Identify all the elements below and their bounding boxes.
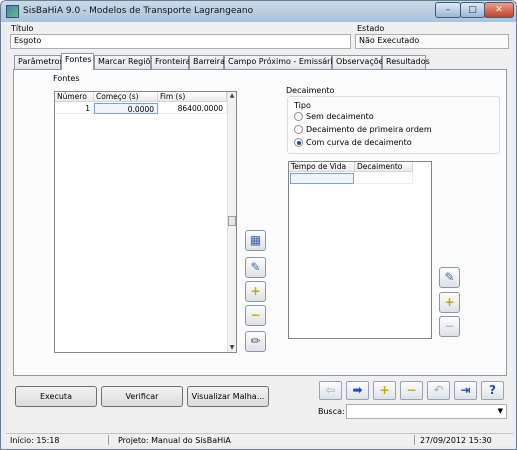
back-button[interactable]: ⇦ [319,381,342,400]
tipo-label: Tipo [294,101,311,110]
pencil-button[interactable]: ✏ [245,331,266,352]
status-separator [108,435,109,445]
back-arrow-icon: ⇦ [325,383,336,397]
tab-parametros[interactable]: Parâmetros [14,55,64,69]
status-bar: Início: 15:18 Projeto: Manual do SisBaHi… [6,433,513,446]
main-window: SisBaHiA 9.0 - Modelos de Transporte Lag… [0,0,517,450]
edit-table-icon: ✎ [444,270,455,284]
tab-barreira[interactable]: Barreira [189,55,225,69]
plus-icon: + [379,383,390,397]
tab-campo-proximo[interactable]: Campo Próximo - Emissários [224,55,342,69]
radio-com-curva[interactable] [294,138,303,147]
pencil-icon: ✏ [250,334,261,348]
cell-fim[interactable]: 86400.0000 [158,103,227,114]
option-com-curva[interactable]: Com curva de decaimento [306,138,412,147]
minus-icon: − [406,383,417,397]
column-header-comeco[interactable]: Começo (s) [94,92,158,102]
fontes-grid[interactable]: Número Começo (s) Fim (s) 1 0.0000 86400… [54,91,237,353]
add-row-button[interactable]: + [245,281,266,302]
undo-icon: ↶ [433,383,444,397]
column-header-tempo-de-vida[interactable]: Tempo de Vida [289,162,355,172]
decaimento-group-label: Decaimento [286,86,335,95]
scroll-up-icon[interactable]: ▲ [228,92,236,100]
add-source-button[interactable]: ▦ [245,230,266,251]
tab-fontes[interactable]: Fontes [61,53,94,70]
option-sem-decaimento[interactable]: Sem decaimento [306,112,374,121]
option-primeira-ordem[interactable]: Decaimento de primeira ordem [306,125,432,134]
vertical-scrollbar[interactable]: ▲ ▼ [227,92,236,352]
add-decay-row-button[interactable]: + [439,292,460,313]
help-icon: ? [489,383,496,397]
fontes-group-label: Fontes [53,74,80,83]
plus-icon: + [444,295,455,309]
window-title: SisBaHiA 9.0 - Modelos de Transporte Lag… [23,6,254,16]
cell-tempo-de-vida[interactable] [290,173,354,184]
edit-decay-table-button[interactable]: ✎ [439,267,460,288]
status-project: Projeto: Manual do SisBaHiA [118,436,231,445]
undo-button[interactable]: ↶ [427,381,450,400]
tab-marcar-regioes[interactable]: Marcar Regiões [94,55,159,69]
add-source-icon: ▦ [249,233,262,247]
maximize-button[interactable]: □ [460,2,485,18]
visualizar-malha-button[interactable]: Visualizar Malha... [187,386,269,407]
forward-button[interactable]: ➡ [346,381,369,400]
tipo-group: Tipo Sem decaimento Decaimento de primei… [287,96,500,154]
tab-resultados[interactable]: Resultados [382,55,430,69]
search-label: Busca: [318,407,345,416]
status-separator [414,435,415,445]
remove-decay-row-button[interactable]: − [439,316,460,337]
help-button[interactable]: ? [481,381,504,400]
minus-icon: − [444,319,455,333]
radio-primeira-ordem[interactable] [294,125,303,134]
tab-observacoes[interactable]: Observações [332,55,388,69]
executa-button[interactable]: Executa [15,386,97,407]
app-icon [6,5,19,18]
state-field: Não Executado [355,34,509,49]
column-header-fim[interactable]: Fim (s) [158,92,227,102]
title-label: Título [11,24,34,33]
verificar-button[interactable]: Verificar [101,386,183,407]
forward-arrow-icon: ➡ [352,383,363,397]
plus-icon: + [250,284,261,298]
column-header-numero[interactable]: Número [55,92,94,102]
search-combobox[interactable]: ▼ [346,404,507,419]
client-area: Título Esgoto Estado Não Executado Parâm… [6,22,513,446]
cell-comeco[interactable]: 0.0000 [94,103,158,114]
toolbar-add-button[interactable]: + [373,381,396,400]
cell-numero[interactable]: 1 [55,103,94,114]
column-header-decaimento[interactable]: Decaimento [355,162,413,172]
title-bar[interactable]: SisBaHiA 9.0 - Modelos de Transporte Lag… [1,1,516,22]
tab-fronteira[interactable]: Fronteira [151,55,191,69]
status-datetime: 27/09/2012 15:30 [420,436,492,445]
exit-icon: ⇥ [460,383,471,397]
edit-source-button[interactable]: ✎ [245,257,266,278]
edit-source-icon: ✎ [250,260,261,274]
scroll-thumb[interactable] [228,216,236,226]
title-input[interactable]: Esgoto [10,34,351,49]
chevron-down-icon[interactable]: ▼ [498,407,503,415]
close-button[interactable]: ✕ [484,2,514,18]
toolbar-remove-button[interactable]: − [400,381,423,400]
minus-icon: − [250,308,261,322]
exit-button[interactable]: ⇥ [454,381,477,400]
minimize-button[interactable]: – [435,2,461,18]
remove-row-button[interactable]: − [245,305,266,326]
decaimento-grid[interactable]: Tempo de Vida Decaimento [288,161,432,339]
radio-sem-decaimento[interactable] [294,112,303,121]
cell-decaimento[interactable] [355,173,413,184]
status-start-time: Início: 15:18 [10,436,60,445]
scroll-down-icon[interactable]: ▼ [228,344,236,352]
state-label: Estado [357,24,385,33]
fontes-panel: Fontes Número Começo (s) Fim (s) 1 0.000… [13,69,507,376]
